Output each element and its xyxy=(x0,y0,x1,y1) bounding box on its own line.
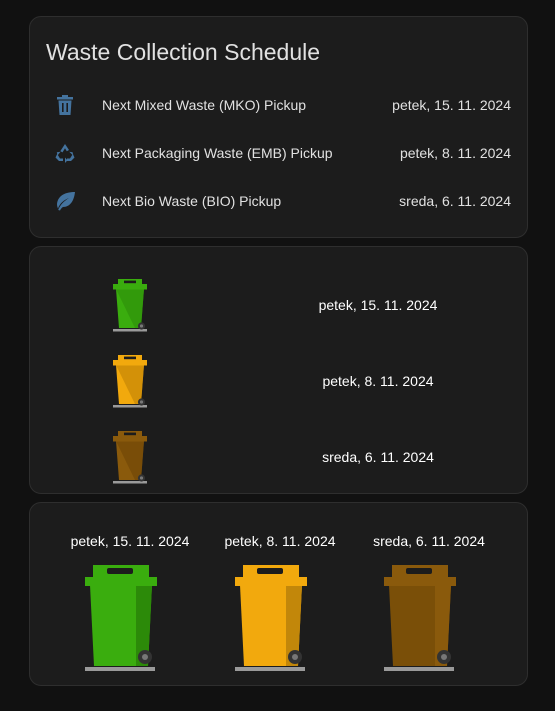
yellow-bin-icon xyxy=(235,565,307,671)
bins-list-card: petek, 15. 11. 2024 petek, 8. 11. 2024 s… xyxy=(29,246,528,494)
bin-column-yellow[interactable]: petek, 8. 11. 2024 xyxy=(205,523,355,673)
bin-date: petek, 15. 11. 2024 xyxy=(70,533,190,549)
card-title: Waste Collection Schedule xyxy=(46,39,321,65)
bin-date: petek, 8. 11. 2024 xyxy=(224,533,336,549)
schedule-row-label: Next Bio Waste (BIO) Pickup xyxy=(102,193,282,209)
bin-date: petek, 15. 11. 2024 xyxy=(318,297,438,313)
green-bin-icon xyxy=(113,279,147,332)
brown-bin-icon xyxy=(113,431,147,484)
bin-row-yellow[interactable]: petek, 8. 11. 2024 xyxy=(30,353,527,409)
bin-date: petek, 8. 11. 2024 xyxy=(322,373,434,389)
leaf-icon xyxy=(52,189,78,213)
schedule-row-label: Next Mixed Waste (MKO) Pickup xyxy=(102,97,307,113)
schedule-row-label: Next Packaging Waste (EMB) Pickup xyxy=(102,145,333,161)
bin-column-brown[interactable]: sreda, 6. 11. 2024 xyxy=(354,523,504,673)
schedule-row-date: sreda, 6. 11. 2024 xyxy=(399,193,511,209)
bin-date: sreda, 6. 11. 2024 xyxy=(373,533,485,549)
brown-bin-icon xyxy=(384,565,456,671)
bins-grid-card: petek, 15. 11. 2024 petek, 8. 11. 2024 s… xyxy=(29,502,528,686)
bin-row-brown[interactable]: sreda, 6. 11. 2024 xyxy=(30,429,527,485)
schedule-row-date: petek, 15. 11. 2024 xyxy=(392,97,511,113)
bin-row-green[interactable]: petek, 15. 11. 2024 xyxy=(30,277,527,333)
schedule-row-packaging[interactable]: Next Packaging Waste (EMB) Pickup petek,… xyxy=(30,133,527,173)
yellow-bin-icon xyxy=(113,355,147,408)
schedule-row-bio[interactable]: Next Bio Waste (BIO) Pickup sreda, 6. 11… xyxy=(30,181,527,221)
recycle-icon xyxy=(52,141,78,165)
schedule-row-mixed[interactable]: Next Mixed Waste (MKO) Pickup petek, 15.… xyxy=(30,85,527,125)
trash-can-icon xyxy=(52,93,78,117)
schedule-row-date: petek, 8. 11. 2024 xyxy=(399,145,511,161)
bin-date: sreda, 6. 11. 2024 xyxy=(322,449,434,465)
green-bin-icon xyxy=(85,565,157,671)
schedule-card: Waste Collection Schedule Next Mixed Was… xyxy=(29,16,528,238)
bin-column-green[interactable]: petek, 15. 11. 2024 xyxy=(55,523,205,673)
